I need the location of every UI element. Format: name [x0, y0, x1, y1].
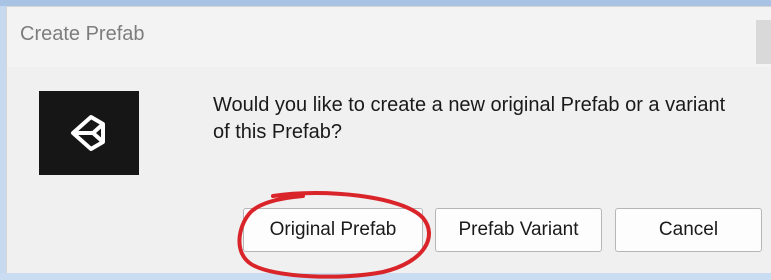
create-prefab-dialog: Create Prefab Would you like to create a…	[6, 6, 771, 279]
close-button[interactable]	[756, 20, 771, 64]
dialog-titlebar: Create Prefab	[7, 7, 771, 67]
original-prefab-button[interactable]: Original Prefab	[243, 208, 423, 252]
unity-logo-shape	[71, 115, 105, 151]
cancel-button[interactable]: Cancel	[615, 208, 762, 252]
unity-logo-icon	[39, 91, 139, 175]
dialog-message: Would you like to create a new original …	[213, 94, 726, 143]
dialog-title: Create Prefab	[20, 23, 145, 45]
prefab-variant-button[interactable]: Prefab Variant	[435, 208, 602, 252]
